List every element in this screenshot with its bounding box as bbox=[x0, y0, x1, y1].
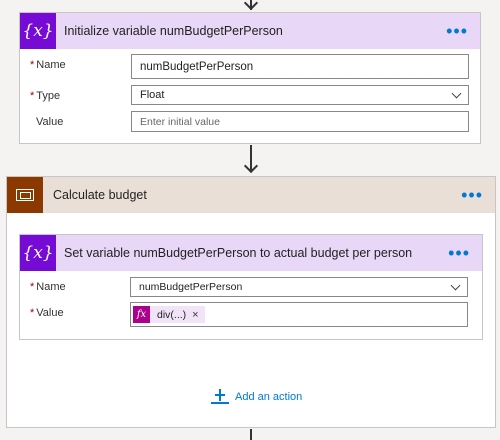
initialize-variable-header[interactable]: {x} Initialize variable numBudgetPerPers… bbox=[20, 13, 480, 49]
initialize-variable-card: {x} Initialize variable numBudgetPerPers… bbox=[19, 12, 481, 144]
expression-token[interactable]: fx div(...) × bbox=[133, 306, 205, 323]
name-input[interactable]: numBudgetPerPerson bbox=[131, 54, 469, 79]
top-connector-arrow bbox=[243, 0, 259, 11]
value-input[interactable]: fx div(...) × bbox=[130, 302, 468, 327]
card-title: Set variable numBudgetPerPerson to actua… bbox=[64, 246, 413, 260]
add-action-icon bbox=[211, 389, 229, 405]
expression-text: div(...) bbox=[157, 308, 187, 321]
chevron-down-icon bbox=[450, 280, 461, 291]
remove-token-icon[interactable]: × bbox=[192, 309, 198, 321]
chevron-down-icon bbox=[451, 88, 462, 99]
value-input[interactable]: Enter initial value bbox=[131, 111, 469, 132]
function-icon: fx bbox=[133, 306, 150, 323]
name-select[interactable]: numBudgetPerPerson bbox=[130, 277, 468, 297]
variable-icon: {x} bbox=[20, 13, 56, 49]
scope-icon bbox=[7, 177, 43, 213]
add-action-label: Add an action bbox=[235, 391, 303, 403]
card-title: Initialize variable numBudgetPerPerson bbox=[64, 24, 283, 38]
bottom-connector-line bbox=[250, 429, 252, 440]
value-label: Value bbox=[36, 116, 64, 128]
more-options-icon[interactable]: ••• bbox=[448, 244, 470, 262]
name-label: * Name bbox=[30, 59, 66, 71]
middle-connector-arrow bbox=[243, 158, 259, 174]
type-select[interactable]: Float bbox=[131, 85, 469, 105]
name-label: * Name bbox=[30, 281, 66, 293]
value-label: * Value bbox=[30, 307, 64, 319]
scope-header[interactable]: Calculate budget ••• bbox=[7, 177, 495, 213]
add-an-action-button[interactable]: Add an action bbox=[211, 389, 302, 405]
more-options-icon[interactable]: ••• bbox=[446, 22, 468, 40]
set-variable-card: {x} Set variable numBudgetPerPerson to a… bbox=[19, 234, 483, 340]
more-options-icon[interactable]: ••• bbox=[461, 186, 483, 204]
type-label: * Type bbox=[30, 90, 61, 102]
scope-title: Calculate budget bbox=[53, 188, 147, 202]
set-variable-header[interactable]: {x} Set variable numBudgetPerPerson to a… bbox=[20, 235, 482, 271]
variable-icon: {x} bbox=[20, 235, 56, 271]
scope-card: Calculate budget ••• {x} Set variable nu… bbox=[6, 176, 496, 428]
